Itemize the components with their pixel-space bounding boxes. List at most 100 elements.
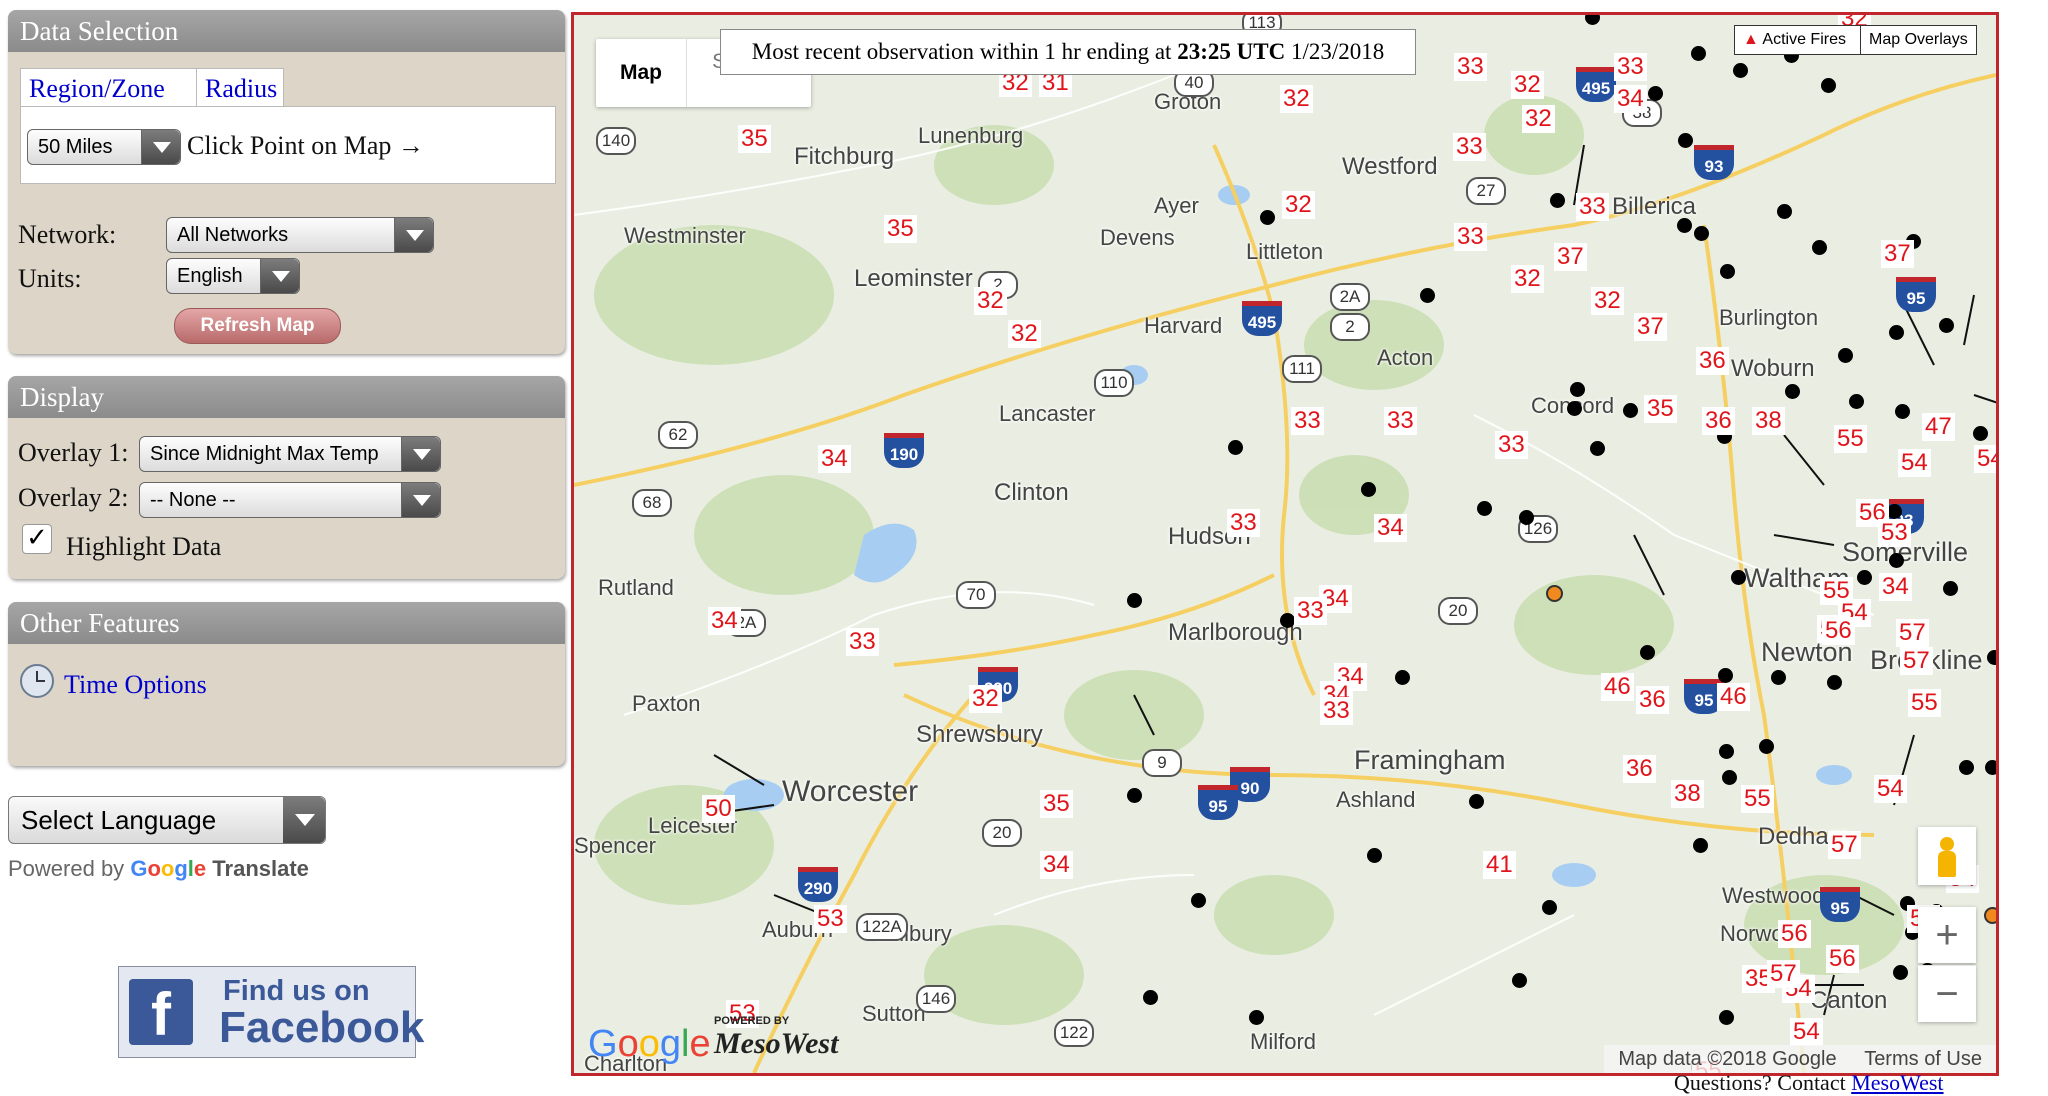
station-temp-label[interactable]: 32 [1282,191,1315,219]
station-temp-label[interactable]: 41 [1483,851,1516,879]
station-temp-label[interactable]: 36 [1696,347,1729,375]
station-marker[interactable] [1678,133,1693,148]
tab-region-zone[interactable]: Region/Zone [20,68,203,109]
station-marker[interactable] [1718,668,1733,683]
facebook-badge[interactable]: f Find us on Facebook [118,966,424,1058]
station-temp-label[interactable]: 33 [1614,53,1647,81]
station-temp-label[interactable]: 55 [1741,785,1774,813]
station-temp-label[interactable]: 32 [1511,71,1544,99]
language-select[interactable]: Select Language [8,796,326,844]
station-temp-label[interactable]: 56 [1826,945,1859,973]
map-type-map-button[interactable]: Map [596,39,686,107]
station-temp-label[interactable]: 57 [1767,960,1800,988]
station-marker[interactable] [1469,794,1484,809]
station-temp-label[interactable]: 32 [1280,85,1313,113]
station-marker[interactable] [1939,318,1954,333]
map-canvas[interactable]: Groton Lunenburg Fitchburg Westford Bill… [571,12,1999,1076]
station-temp-label[interactable]: 33 [1454,223,1487,251]
station-marker[interactable] [1987,650,1996,665]
station-marker[interactable] [1889,553,1904,568]
station-marker[interactable] [1959,760,1974,775]
station-temp-label[interactable]: 55 [1908,689,1941,717]
station-marker[interactable] [1570,382,1585,397]
station-temp-label[interactable]: 54 [1898,449,1931,477]
station-marker[interactable] [1623,403,1638,418]
zoom-in-button[interactable]: + [1918,907,1976,963]
station-temp-label[interactable]: 34 [1374,514,1407,542]
station-temp-label[interactable]: 33 [1227,509,1260,537]
station-temp-label[interactable]: 46 [1717,683,1750,711]
station-temp-label[interactable]: 56 [1822,617,1855,645]
station-marker[interactable] [1648,86,1663,101]
station-marker[interactable] [1733,63,1748,78]
station-temp-label[interactable]: 57 [1828,831,1861,859]
station-temp-label[interactable]: 32 [969,685,1002,713]
station-marker[interactable] [1838,348,1853,363]
station-temp-label[interactable]: 37 [1554,243,1587,271]
station-temp-label[interactable]: 37 [1634,313,1667,341]
station-temp-label[interactable]: 32 [1591,287,1624,315]
terms-of-use-link[interactable]: Terms of Use [1864,1048,1982,1070]
station-temp-label[interactable]: 36 [1636,686,1669,714]
station-temp-label[interactable]: 57 [1900,647,1933,675]
station-temp-label[interactable]: 38 [1752,407,1785,435]
station-temp-label[interactable]: 32 [974,287,1007,315]
station-marker[interactable] [1720,264,1735,279]
station-marker[interactable] [1361,482,1376,497]
station-temp-label[interactable]: 33 [1294,597,1327,625]
station-temp-label[interactable]: 54 [1790,1018,1823,1046]
station-marker[interactable] [1477,501,1492,516]
station-temp-label[interactable]: 33 [1320,697,1353,725]
station-temp-label[interactable]: 33 [846,628,879,656]
station-marker[interactable] [1512,973,1527,988]
station-temp-label[interactable]: 36 [1702,407,1735,435]
station-temp-label[interactable]: 35 [1644,395,1677,423]
station-marker[interactable] [1827,675,1842,690]
map-overlays-button[interactable]: Map Overlays [1860,25,1977,55]
station-temp-label[interactable]: 32 [1522,105,1555,133]
station-marker[interactable] [1127,593,1142,608]
mesowest-contact-link[interactable]: MesoWest [1851,1070,1943,1095]
station-marker[interactable] [1821,78,1836,93]
station-marker[interactable] [1420,288,1435,303]
station-marker[interactable] [1693,838,1708,853]
overlay2-select[interactable]: -- None -- [139,482,441,518]
station-marker[interactable] [1567,401,1582,416]
station-marker[interactable] [1849,394,1864,409]
station-marker-highlight[interactable] [1546,585,1563,602]
station-temp-label[interactable]: 55 [1834,425,1867,453]
station-marker[interactable] [1127,788,1142,803]
station-marker[interactable] [1550,193,1565,208]
station-marker[interactable] [1731,570,1746,585]
zoom-out-button[interactable]: − [1918,965,1976,1022]
station-temp-label[interactable]: 35 [884,215,917,243]
station-temp-label[interactable]: 34 [818,445,851,473]
station-marker[interactable] [1395,670,1410,685]
station-marker[interactable] [1719,744,1734,759]
station-temp-label[interactable]: 54 [1874,775,1907,803]
station-temp-label[interactable]: 33 [1454,53,1487,81]
station-marker[interactable] [1893,965,1908,980]
tab-radius[interactable]: Radius [196,68,284,109]
station-marker[interactable] [1519,510,1534,525]
station-temp-label[interactable]: 57 [1896,619,1929,647]
station-marker[interactable] [1143,990,1158,1005]
station-marker[interactable] [1191,893,1206,908]
units-select[interactable]: English [166,258,300,294]
station-temp-label[interactable]: 33 [1384,407,1417,435]
station-temp-label[interactable]: 46 [1601,673,1634,701]
station-temp-label[interactable]: 33 [1453,133,1486,161]
station-marker[interactable] [1228,440,1243,455]
station-temp-label[interactable]: 36 [1623,755,1656,783]
station-marker[interactable] [1691,46,1706,61]
station-marker[interactable] [1640,645,1655,660]
station-temp-label[interactable]: 33 [1495,431,1528,459]
overlay1-select[interactable]: Since Midnight Max Temp [139,436,441,472]
station-marker[interactable] [1260,210,1275,225]
station-marker[interactable] [1985,760,1996,775]
station-marker[interactable] [1812,240,1827,255]
station-marker-highlight[interactable] [1984,907,1996,924]
network-select[interactable]: All Networks [166,217,434,253]
station-marker[interactable] [1694,226,1709,241]
station-temp-label[interactable]: 33 [1291,407,1324,435]
